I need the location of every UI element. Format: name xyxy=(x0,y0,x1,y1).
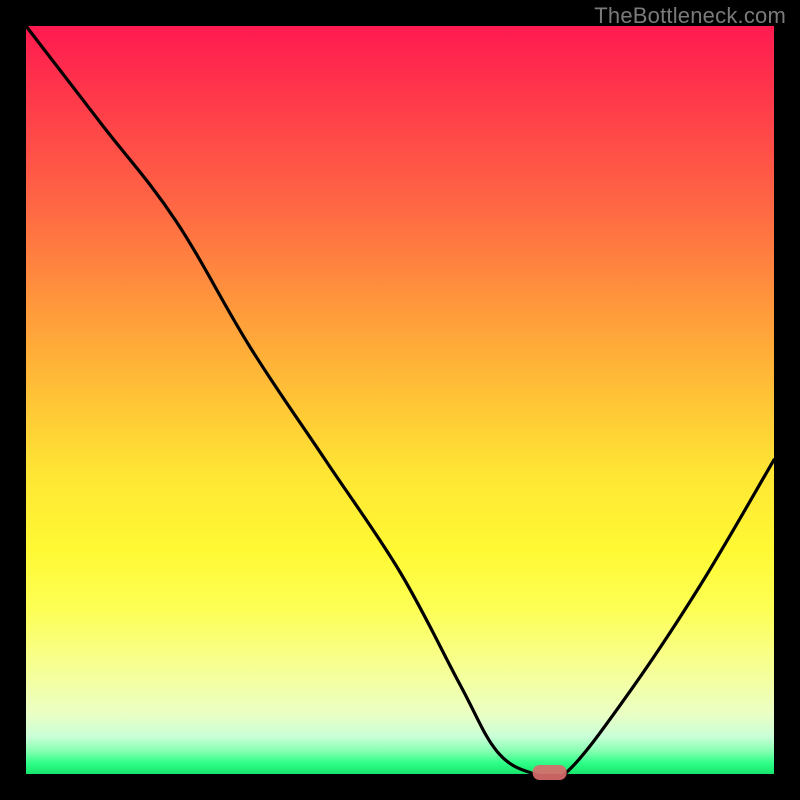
bottleneck-curve-path xyxy=(26,26,774,781)
plot-area xyxy=(26,26,774,774)
chart-frame: TheBottleneck.com xyxy=(0,0,800,800)
optimal-marker xyxy=(533,765,567,780)
watermark-text: TheBottleneck.com xyxy=(594,3,786,29)
bottleneck-curve-svg xyxy=(26,26,774,774)
